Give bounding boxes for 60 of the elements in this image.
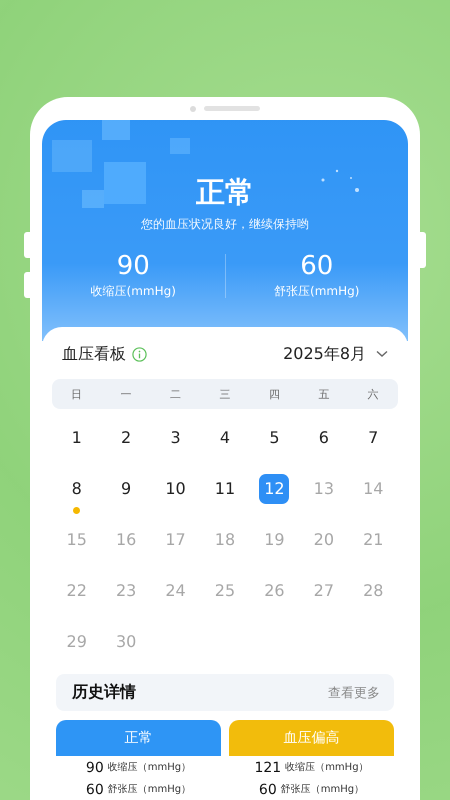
pressure-value: 121 xyxy=(254,759,282,778)
camera-icon xyxy=(190,106,196,112)
calendar-day[interactable]: 17 xyxy=(160,525,191,555)
history-card-header: 正常 xyxy=(56,720,221,756)
calendar-day[interactable]: 22 xyxy=(62,576,92,606)
board-title: 血压看板 xyxy=(62,344,126,364)
calendar-day[interactable]: 21 xyxy=(358,525,388,555)
calendar-day[interactable]: 27 xyxy=(308,576,339,606)
pressure-value: 60 xyxy=(86,781,104,800)
pressure-label: 舒张压(mmHg) xyxy=(274,283,360,300)
calendar-day[interactable]: 24 xyxy=(160,576,191,606)
calendar-day[interactable]: 7 xyxy=(358,423,388,453)
calendar-day[interactable]: 12 xyxy=(259,474,290,504)
calendar-day[interactable]: 30 xyxy=(111,627,142,657)
calendar-day[interactable]: 23 xyxy=(111,576,142,606)
chevron-down-icon[interactable] xyxy=(376,350,388,358)
history-title: 历史详情 xyxy=(72,682,136,703)
pressure-value: 60 xyxy=(300,251,334,281)
calendar-day[interactable]: 20 xyxy=(308,525,339,555)
weekday-label: 三 xyxy=(218,386,232,402)
weekday-label: 一 xyxy=(120,386,133,402)
pressure-label: 舒张压（mmHg） xyxy=(280,782,364,797)
calendar-day[interactable]: 1 xyxy=(62,423,92,453)
calendar-day[interactable]: 16 xyxy=(111,525,142,555)
status-message: 您的血压状况良好，继续保持哟 xyxy=(141,216,309,233)
pressure-value: 90 xyxy=(86,759,104,778)
calendar-day[interactable]: 9 xyxy=(111,474,142,504)
weekday-label: 二 xyxy=(169,386,182,402)
calendar-day[interactable]: 26 xyxy=(259,576,290,606)
pressure-label: 舒张压（mmHg） xyxy=(108,782,192,797)
month-picker[interactable]: 2025年8月 xyxy=(283,344,366,364)
calendar-day[interactable]: 6 xyxy=(308,423,339,453)
calendar-day[interactable]: 4 xyxy=(210,423,240,453)
pressure-value: 60 xyxy=(258,781,277,800)
speaker-icon xyxy=(204,106,260,111)
calendar-day[interactable]: 25 xyxy=(210,576,240,606)
history-card-header: 血压偏高 xyxy=(229,720,394,756)
weekday-label: 四 xyxy=(268,386,281,402)
weekday-label: 六 xyxy=(366,386,380,402)
calendar-day[interactable]: 11 xyxy=(210,474,240,504)
calendar-day[interactable]: 13 xyxy=(308,474,339,504)
status-title: 正常 xyxy=(196,174,254,210)
calendar-day[interactable]: 10 xyxy=(160,474,191,504)
view-more-link[interactable]: 查看更多 xyxy=(328,684,380,702)
calendar-day[interactable]: 3 xyxy=(160,423,191,453)
calendar-day[interactable]: 19 xyxy=(259,525,290,555)
calendar-day[interactable]: 29 xyxy=(62,627,92,657)
calendar-day[interactable]: 8 xyxy=(62,474,92,504)
weekday-label: 日 xyxy=(70,386,84,402)
calendar-day[interactable]: 15 xyxy=(62,525,92,555)
calendar-day[interactable]: 14 xyxy=(358,474,388,504)
calendar-day[interactable]: 2 xyxy=(111,423,142,453)
calendar-day[interactable]: 18 xyxy=(210,525,240,555)
pressure-value: 90 xyxy=(116,251,150,281)
calendar-day[interactable]: 5 xyxy=(259,423,290,453)
calendar-day[interactable]: 28 xyxy=(358,576,388,606)
pressure-label: 收缩压（mmHg） xyxy=(285,760,369,775)
pressure-label: 收缩压(mmHg) xyxy=(90,283,176,300)
pressure-label: 收缩压（mmHg） xyxy=(108,760,192,775)
weekday-label: 五 xyxy=(317,386,330,402)
